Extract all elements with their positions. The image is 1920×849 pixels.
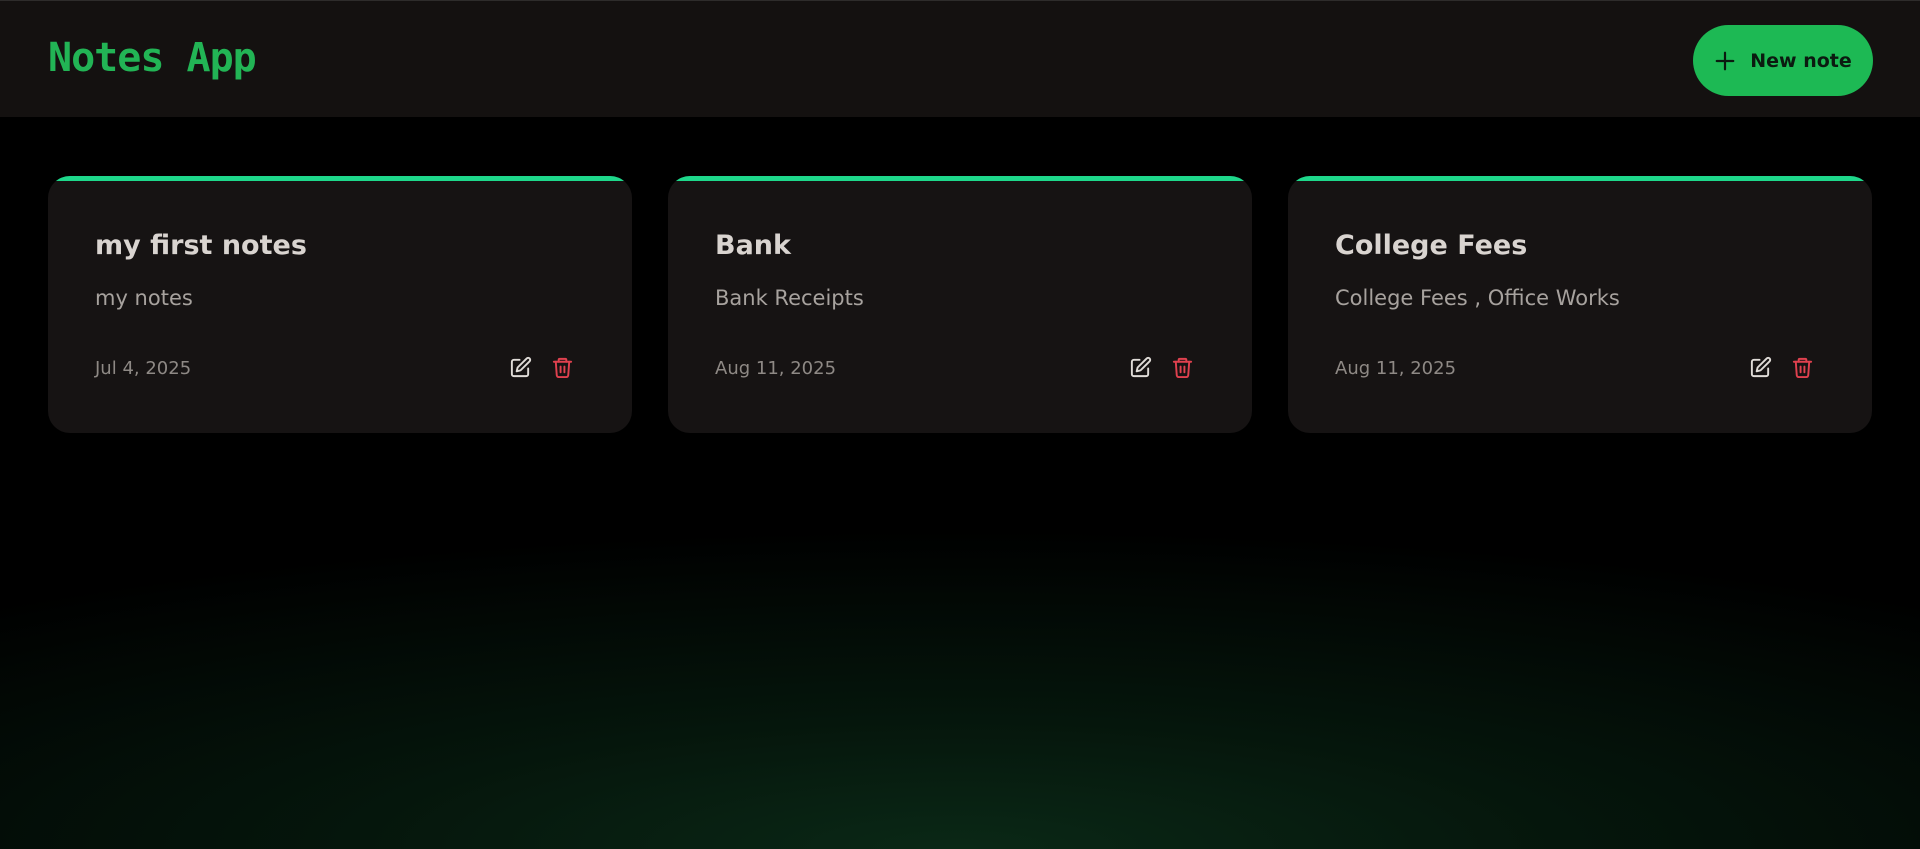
edit-icon bbox=[1130, 356, 1151, 377]
delete-note-button[interactable] bbox=[1169, 354, 1195, 380]
plus-icon bbox=[1715, 51, 1735, 70]
edit-icon bbox=[1750, 356, 1771, 377]
trash-icon bbox=[1172, 357, 1192, 378]
trash-icon bbox=[552, 357, 572, 378]
note-date: Aug 11, 2025 bbox=[1335, 358, 1457, 379]
trash-icon bbox=[1792, 357, 1812, 378]
edit-note-button[interactable] bbox=[1127, 354, 1153, 380]
edit-note-button[interactable] bbox=[507, 354, 533, 380]
note-card[interactable]: Bank Bank Receipts Aug 11, 2025 bbox=[668, 176, 1252, 433]
note-body: my notes bbox=[95, 286, 193, 310]
note-title: College Fees bbox=[1335, 230, 1528, 261]
note-date: Jul 4, 2025 bbox=[95, 358, 192, 379]
note-body: Bank Receipts bbox=[715, 286, 864, 310]
app-header: Notes App New note bbox=[0, 0, 1920, 117]
new-note-label: New note bbox=[1750, 49, 1852, 72]
note-date: Aug 11, 2025 bbox=[715, 358, 837, 379]
delete-note-button[interactable] bbox=[549, 354, 575, 380]
note-card[interactable]: my first notes my notes Jul 4, 2025 bbox=[48, 176, 632, 433]
note-title: my first notes bbox=[95, 230, 307, 261]
edit-icon bbox=[510, 356, 531, 377]
note-title: Bank bbox=[715, 230, 791, 261]
new-note-button[interactable]: New note bbox=[1693, 25, 1873, 96]
app-title: Notes App bbox=[48, 35, 257, 81]
edit-note-button[interactable] bbox=[1747, 354, 1773, 380]
delete-note-button[interactable] bbox=[1789, 354, 1815, 380]
note-card[interactable]: College Fees College Fees , Office Works… bbox=[1288, 176, 1872, 433]
notes-grid: my first notes my notes Jul 4, 2025 Bank… bbox=[48, 176, 1872, 433]
note-body: College Fees , Office Works bbox=[1335, 286, 1620, 310]
